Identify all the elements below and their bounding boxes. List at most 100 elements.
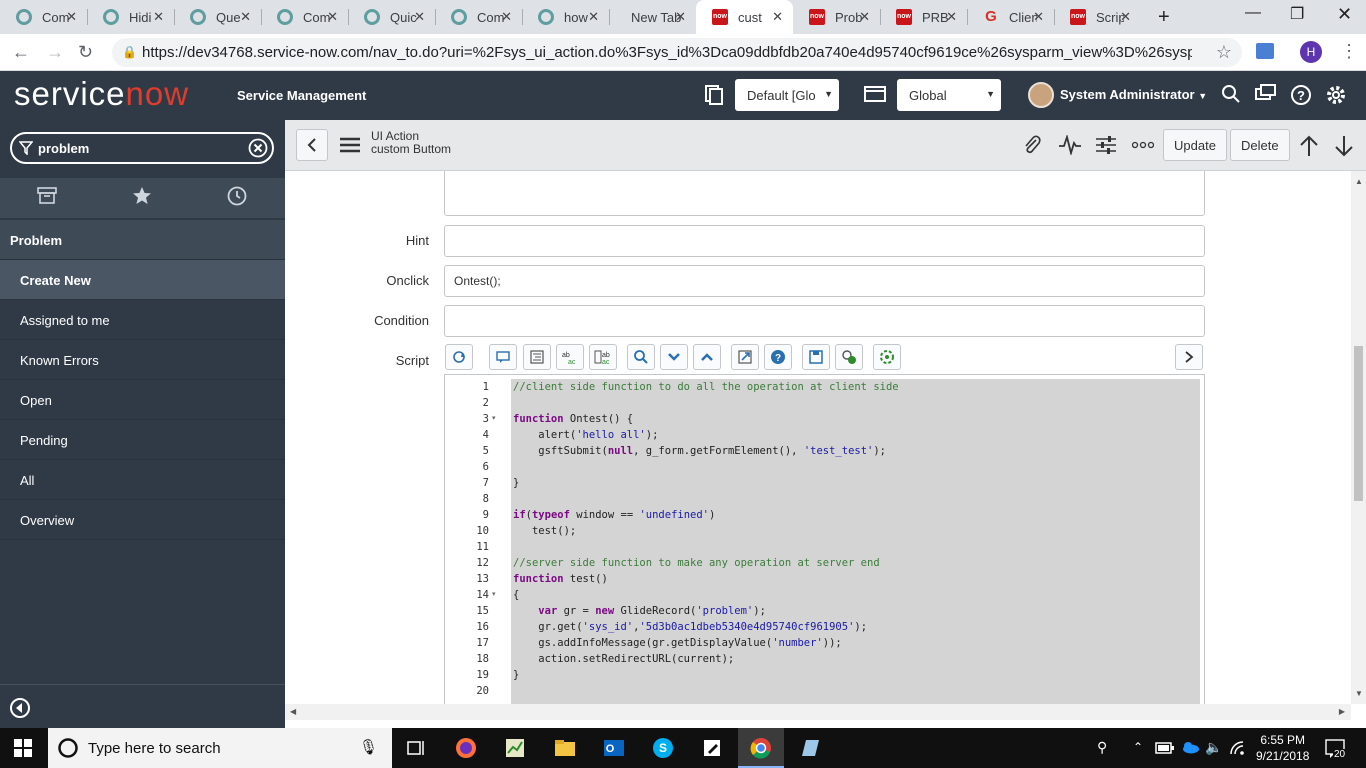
close-tab-icon[interactable]: ✕ [66,9,77,25]
user-avatar[interactable] [1028,82,1054,108]
scroll-up-icon[interactable]: ▲ [1355,177,1363,186]
script-debugger-icon[interactable] [835,344,863,370]
nav-module-item[interactable]: Overview [0,500,285,540]
battery-icon[interactable] [1155,741,1175,755]
tab-all-apps[interactable] [0,186,94,212]
file-explorer-icon[interactable] [553,736,577,760]
hamburger-menu-icon[interactable] [340,137,360,153]
profile-avatar[interactable]: H [1300,41,1322,63]
close-tab-icon[interactable]: ✕ [859,9,870,25]
collapse-navigator-icon[interactable] [9,697,31,719]
spreadsheet-app-icon[interactable] [503,736,527,760]
fold-toggle-icon[interactable]: ▾ [492,590,496,598]
script-editor[interactable]: 1 2 3 ▾ 4 5 6 7 8 9 10 11 12 13 14 ▾ 15 16 17 18 19 20 //clie… [444,374,1205,704]
menu-kebab-icon[interactable]: ⋮ [1340,41,1358,62]
clear-filter-icon[interactable] [248,138,268,158]
minimize-button[interactable]: — [1245,4,1261,22]
find-next-icon[interactable] [660,344,688,370]
activity-pulse-icon[interactable] [1059,135,1081,155]
scroll-right-icon[interactable]: ▶ [1339,707,1345,716]
scrollbar-thumb[interactable] [1354,346,1363,501]
volume-icon[interactable]: 🔈 [1205,739,1222,756]
taskbar-chrome-active[interactable] [738,728,784,768]
vertical-scrollbar[interactable]: ▲ ▼ [1351,171,1366,704]
nav-module-item[interactable]: All [0,460,285,500]
new-tab-button[interactable]: + [1158,6,1170,29]
nav-module-item[interactable]: Assigned to me [0,300,285,340]
task-view-icon[interactable] [405,736,429,760]
nav-module-item[interactable]: Pending [0,420,285,460]
firefox-icon[interactable] [454,736,478,760]
condition-field[interactable] [444,305,1205,337]
more-options-icon[interactable] [1132,141,1154,149]
browser-tab[interactable]: now Scrip ✕ [1054,0,1141,34]
system-clock[interactable]: 6:55 PM 9/21/2018 [1256,732,1309,764]
replace-all-icon[interactable]: ab ac [589,344,617,370]
code-area[interactable]: //client side function to do all the ope… [511,379,1200,704]
paperclip-icon[interactable] [1022,135,1042,157]
nav-section-problem[interactable]: Problem [0,220,285,260]
previous-textarea-field[interactable] [444,171,1205,216]
script-tracer-icon[interactable] [873,344,901,370]
connect-chat-icon[interactable] [1255,84,1277,104]
people-icon[interactable]: ⚲ [1097,739,1107,756]
back-button[interactable] [296,129,328,161]
url-field[interactable]: 🔒 https://dev34768.service-now.com/nav_t… [112,38,1242,67]
browser-tab[interactable]: Que ✕ [174,0,261,34]
browser-tab[interactable]: now cust ✕ [696,0,793,34]
browser-tab[interactable]: G Clien ✕ [967,0,1054,34]
scroll-down-icon[interactable]: ▼ [1355,689,1363,698]
browser-tab[interactable]: Com ✕ [261,0,348,34]
browser-tab[interactable]: Quic ✕ [348,0,435,34]
browser-tab[interactable]: now PRB ✕ [880,0,967,34]
outlook-icon[interactable]: O [602,736,626,760]
close-tab-icon[interactable]: ✕ [946,9,957,25]
browser-tab[interactable]: Hidi ✕ [87,0,174,34]
delete-button[interactable]: Delete [1230,129,1290,161]
browser-tab[interactable]: Com ✕ [0,0,87,34]
scope-select[interactable]: Global ▼ [897,79,1001,111]
save-icon[interactable] [802,344,830,370]
find-previous-icon[interactable] [693,344,721,370]
onedrive-cloud-icon[interactable] [1180,740,1200,754]
tab-history[interactable] [190,186,284,212]
close-tab-icon[interactable]: ✕ [327,9,338,25]
bookmark-star-icon[interactable]: ☆ [1216,42,1232,63]
settings-sliders-icon[interactable] [1096,135,1116,155]
close-tab-icon[interactable]: ✕ [501,9,512,25]
browser-tab[interactable]: how ✕ [522,0,609,34]
close-tab-icon[interactable]: ✕ [772,9,783,25]
wifi-icon[interactable] [1229,740,1245,756]
notes-app-icon[interactable] [700,736,724,760]
servicenow-logo[interactable]: servicenow [14,75,189,113]
nav-module-item[interactable]: Open [0,380,285,420]
show-hidden-icons-icon[interactable]: ⌃ [1133,740,1143,754]
comment-icon[interactable] [489,344,517,370]
maximize-button[interactable]: ❐ [1290,4,1304,24]
close-window-button[interactable]: ✕ [1337,4,1352,25]
help-icon[interactable]: ? [1290,84,1312,106]
back-arrow-icon[interactable]: ← [12,42,30,63]
expand-editor-button[interactable] [1175,344,1203,370]
previous-record-arrow-icon[interactable] [1299,135,1319,157]
help-icon[interactable]: ? [764,344,792,370]
nav-module-item[interactable]: Create New [0,260,285,300]
skype-icon[interactable]: S [651,736,675,760]
next-record-arrow-icon[interactable] [1334,135,1354,157]
browser-tab[interactable]: Com ✕ [435,0,522,34]
remote-app-icon[interactable] [798,736,822,760]
close-tab-icon[interactable]: ✕ [588,9,599,25]
fullscreen-icon[interactable] [731,344,759,370]
reload-icon[interactable]: ↻ [78,42,93,63]
forward-arrow-icon[interactable]: → [46,42,64,63]
replace-icon[interactable]: ab ac [556,344,584,370]
close-tab-icon[interactable]: ✕ [414,9,425,25]
scroll-left-icon[interactable]: ◀ [290,707,296,716]
update-set-select[interactable]: Default [Glo ▼ [735,79,839,111]
windows-start-icon[interactable] [14,739,32,757]
navigator-filter[interactable] [10,132,274,164]
gear-icon[interactable] [1325,84,1347,106]
tab-favorites[interactable] [95,186,189,212]
extension-icon[interactable] [1256,43,1274,59]
browser-tab[interactable]: now Prob ✕ [793,0,880,34]
